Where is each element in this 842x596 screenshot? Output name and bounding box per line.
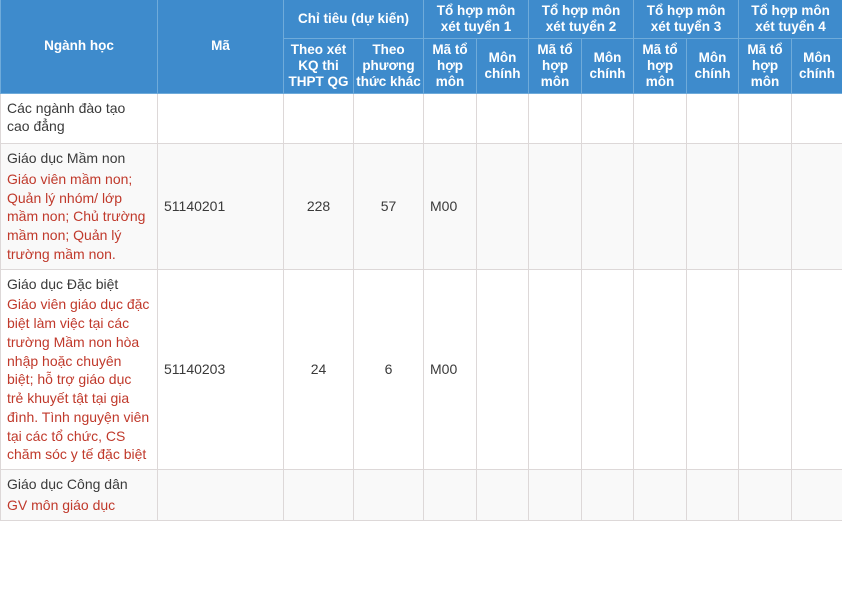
major-description: Giáo viên giáo dục đặc biệt làm việc tại… [7, 296, 150, 463]
cell-major: Giáo dục Mầm non Giáo viên mầm non; Quản … [0, 143, 158, 270]
cell-combo-code-2 [528, 92, 583, 145]
cell-combo-code-2 [528, 143, 583, 270]
table-row[interactable]: Giáo dục Đặc biệt Giáo viên giáo dục đặc … [0, 268, 842, 471]
cell-quota-thptqg [283, 92, 354, 145]
cell-combo-main-4 [791, 143, 842, 270]
cell-combo-main-3 [686, 469, 740, 521]
cell-combo-code-1 [423, 92, 477, 145]
table-body: Các ngành đào tạo cao đẳng Giáo dục Mầm n… [0, 92, 842, 521]
cell-combo-code-4 [738, 92, 793, 145]
cell-combo-main-4 [791, 268, 842, 471]
column-header-combo-code-1[interactable]: Mã tổ hợp môn [423, 38, 477, 94]
column-header-combo-main-2[interactable]: Môn chính [581, 38, 635, 94]
cell-major: Các ngành đào tạo cao đẳng [0, 92, 158, 145]
cell-combo-code-3 [633, 143, 688, 270]
cell-combo-main-4 [791, 469, 842, 521]
major-title: Giáo dục Mầm non [7, 150, 126, 167]
header-row-groups: Ngành học Mã Chỉ tiêu (dự kiến) Tổ hợp m… [0, 0, 842, 94]
cell-combo-main-1 [475, 143, 530, 270]
cell-combo-code-1: M00 [423, 143, 477, 270]
cell-quota-thptqg: 228 [283, 143, 354, 270]
major-description: GV môn giáo dục [7, 496, 116, 513]
column-header-combo-group-4[interactable]: Tổ hợp môn xét tuyển 4 [738, 0, 842, 39]
table-row[interactable]: Giáo dục Công dân GV môn giáo dục [0, 469, 842, 521]
admissions-table: Ngành học Mã Chỉ tiêu (dự kiến) Tổ hợp m… [0, 0, 842, 521]
cell-combo-code-1: M00 [423, 268, 477, 471]
major-title: Giáo dục Công dân [7, 476, 128, 493]
cell-combo-main-1 [475, 469, 530, 521]
table-row[interactable]: Giáo dục Mầm non Giáo viên mầm non; Quản … [0, 143, 842, 270]
column-header-combo-group-1[interactable]: Tổ hợp môn xét tuyển 1 [422, 0, 530, 39]
cell-quota-other [353, 92, 424, 145]
column-header-combo-code-4[interactable]: Mã tổ hợp môn [738, 38, 793, 94]
cell-quota-thptqg [283, 469, 354, 521]
cell-combo-code-1 [423, 469, 477, 521]
cell-combo-code-4 [738, 143, 793, 270]
cell-combo-main-3 [686, 92, 740, 145]
cell-quota-other [353, 469, 424, 521]
cell-combo-main-2 [581, 92, 635, 145]
cell-major: Giáo dục Đặc biệt Giáo viên giáo dục đặc … [0, 268, 158, 471]
cell-combo-main-2 [581, 469, 635, 521]
cell-code: 51140203 [157, 268, 284, 471]
cell-combo-main-2 [581, 268, 635, 471]
cell-combo-main-2 [581, 143, 635, 270]
column-header-major[interactable]: Ngành học [0, 0, 158, 94]
cell-code: 51140201 [157, 143, 284, 270]
cell-combo-code-4 [738, 268, 793, 471]
cell-code [157, 92, 284, 145]
cell-combo-main-4 [791, 92, 842, 145]
cell-combo-code-3 [633, 92, 688, 145]
column-header-quota-thptqg[interactable]: Theo xét KQ thi THPT QG [283, 38, 354, 94]
cell-major: Giáo dục Công dân GV môn giáo dục [0, 469, 158, 521]
column-header-combo-group-3[interactable]: Tổ hợp môn xét tuyển 3 [633, 0, 740, 39]
cell-combo-code-3 [633, 268, 688, 471]
cell-combo-main-3 [686, 143, 740, 270]
cell-combo-code-2 [528, 469, 583, 521]
cell-combo-code-3 [633, 469, 688, 521]
cell-quota-other: 6 [353, 268, 424, 471]
column-header-code[interactable]: Mã [157, 0, 284, 94]
column-header-combo-code-2[interactable]: Mã tổ hợp môn [528, 38, 583, 94]
cell-combo-code-4 [738, 469, 793, 521]
cell-quota-other: 57 [353, 143, 424, 270]
cell-combo-code-2 [528, 268, 583, 471]
table-header: Ngành học Mã Chỉ tiêu (dự kiến) Tổ hợp m… [0, 0, 842, 94]
cell-code [157, 469, 284, 521]
column-header-combo-main-1[interactable]: Môn chính [475, 38, 530, 94]
table-row[interactable]: Các ngành đào tạo cao đẳng [0, 92, 842, 145]
column-header-quota-group[interactable]: Chỉ tiêu (dự kiến) [283, 0, 424, 39]
major-title: Giáo dục Đặc biệt [7, 275, 119, 292]
major-description: Giáo viên mầm non; Quản lý nhóm/ lớp mầm… [7, 170, 146, 262]
cell-combo-main-1 [475, 92, 530, 145]
column-header-combo-group-2[interactable]: Tổ hợp môn xét tuyển 2 [528, 0, 635, 39]
column-header-combo-code-3[interactable]: Mã tổ hợp môn [633, 38, 688, 94]
cell-quota-thptqg: 24 [283, 268, 354, 471]
column-header-combo-main-4[interactable]: Môn chính [791, 38, 842, 94]
column-header-quota-other[interactable]: Theo phương thức khác [353, 38, 424, 94]
column-header-combo-main-3[interactable]: Môn chính [686, 38, 740, 94]
cell-combo-main-3 [686, 268, 740, 471]
cell-combo-main-1 [475, 268, 530, 471]
major-title: Các ngành đào tạo cao đẳng [7, 99, 126, 135]
